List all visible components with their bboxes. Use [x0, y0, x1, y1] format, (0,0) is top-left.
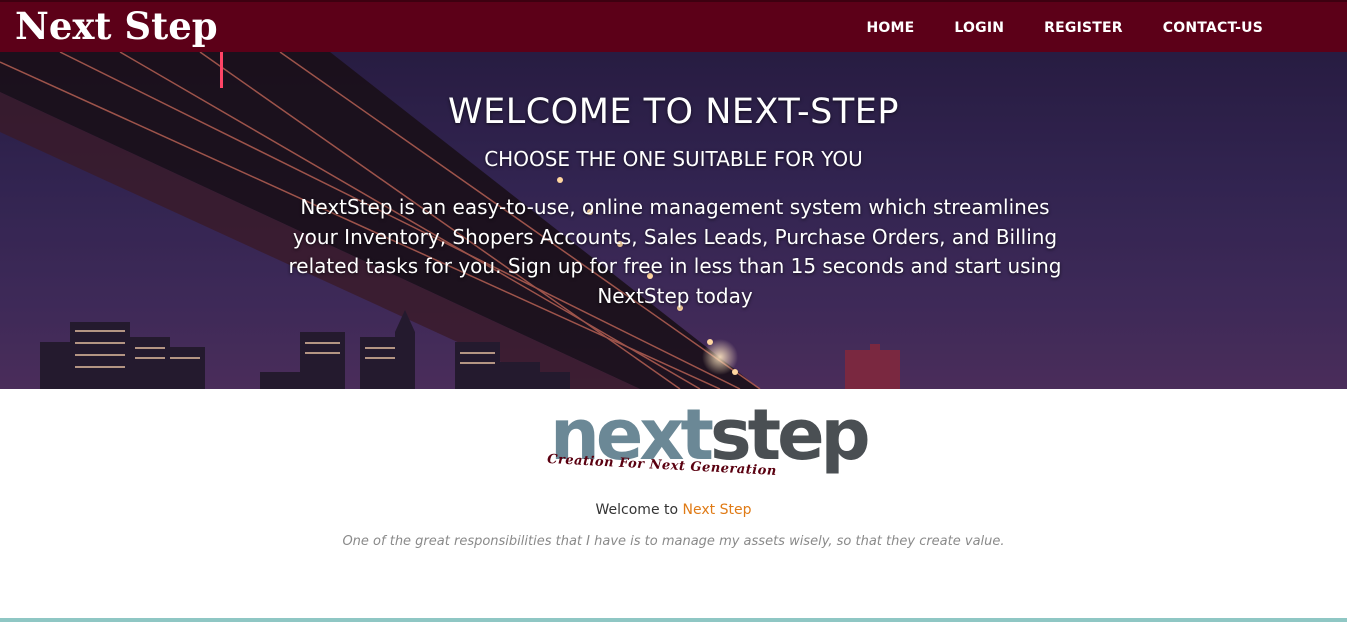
- hero-title: WELCOME TO NEXT-STEP: [448, 92, 899, 132]
- welcome-prefix: Welcome to: [595, 502, 683, 518]
- nextstep-logo: nextstep Creation For Next Generation: [545, 396, 871, 482]
- welcome-brand-accent: Next Step: [682, 502, 752, 518]
- hero-subtitle: CHOOSE THE ONE SUITABLE FOR YOU: [484, 147, 863, 171]
- welcome-quote: One of the great responsibilities that I…: [342, 534, 1005, 549]
- hero-banner: WELCOME TO NEXT-STEP CHOOSE THE ONE SUIT…: [0, 52, 1347, 389]
- nav-login-link[interactable]: LOGIN: [954, 20, 1004, 36]
- nav-contact-link[interactable]: CONTACT-US: [1163, 20, 1263, 36]
- brand-logo-link[interactable]: Next Step: [15, 4, 218, 48]
- welcome-line: Welcome to Next Step: [0, 502, 1347, 518]
- footer-divider: [0, 618, 1347, 622]
- top-navbar: Next Step HOME LOGIN REGISTER CONTACT-US: [0, 0, 1347, 52]
- nav-register-link[interactable]: REGISTER: [1044, 20, 1123, 36]
- hero-description: NextStep is an easy-to-use, online manag…: [288, 195, 1062, 308]
- nav-menu: HOME LOGIN REGISTER CONTACT-US: [826, 2, 1263, 54]
- nav-home-link[interactable]: HOME: [866, 20, 914, 36]
